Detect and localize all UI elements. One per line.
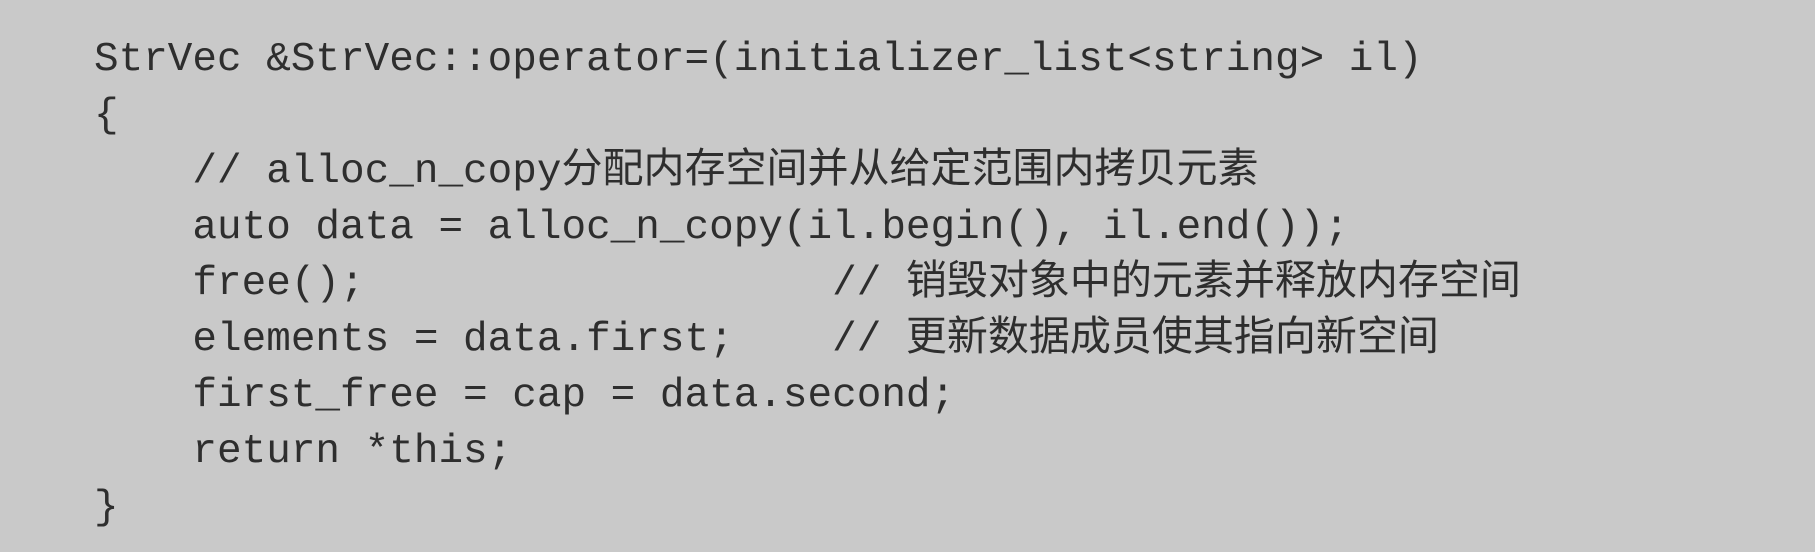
- code-line-comment: // alloc_n_copy分配内存空间并从给定范围内拷贝元素: [94, 149, 1259, 195]
- code-line-alloc: auto data = alloc_n_copy(il.begin(), il.…: [94, 205, 1349, 251]
- code-line-close-brace: }: [94, 485, 119, 531]
- code-line-open-brace: {: [94, 93, 119, 139]
- code-line-free: free(); // 销毁对象中的元素并释放内存空间: [94, 261, 1521, 307]
- code-line-first-free: first_free = cap = data.second;: [94, 373, 956, 419]
- code-line-signature: StrVec &StrVec::operator=(initializer_li…: [94, 37, 1423, 83]
- code-line-return: return *this;: [94, 429, 513, 475]
- code-block: StrVec &StrVec::operator=(initializer_li…: [94, 32, 1521, 536]
- code-line-elements: elements = data.first; // 更新数据成员使其指向新空间: [94, 317, 1439, 363]
